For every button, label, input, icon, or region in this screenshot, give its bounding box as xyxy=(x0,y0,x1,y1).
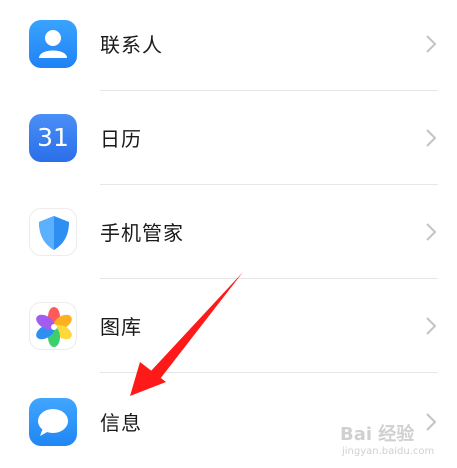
list-item-gallery[interactable]: 图库 xyxy=(0,282,457,376)
list-item-phone-manager[interactable]: 手机管家 xyxy=(0,188,457,282)
calendar-date-number: 31 xyxy=(37,123,69,152)
list-item-contacts[interactable]: 联系人 xyxy=(0,0,457,94)
baidu-watermark-url: jingyan.baidu.com xyxy=(342,446,435,457)
chevron-right-icon xyxy=(426,223,437,241)
chevron-right-icon xyxy=(426,413,437,431)
messages-bubble-icon xyxy=(29,398,77,446)
list-item-label: 日历 xyxy=(100,127,142,151)
baidu-watermark: Bai 经验 xyxy=(340,424,415,445)
chevron-right-icon xyxy=(426,129,437,147)
divider xyxy=(100,278,438,279)
list-item-label: 信息 xyxy=(100,411,142,435)
settings-app-list-screen: 联系人 31 日历 手机管家 图库 信息 Bai 经验 jingyan.baid… xyxy=(0,0,457,468)
divider xyxy=(100,184,438,185)
list-item-calendar[interactable]: 31 日历 xyxy=(0,94,457,188)
divider xyxy=(100,90,438,91)
list-item-label: 手机管家 xyxy=(100,221,184,245)
list-item-label: 图库 xyxy=(100,315,142,339)
contacts-icon xyxy=(29,20,77,68)
divider xyxy=(100,372,438,373)
list-item-label: 联系人 xyxy=(100,33,163,57)
calendar-icon: 31 xyxy=(29,114,77,162)
gallery-pinwheel-icon xyxy=(29,302,77,350)
chevron-right-icon xyxy=(426,317,437,335)
phone-manager-shield-icon xyxy=(29,208,77,256)
chevron-right-icon xyxy=(426,35,437,53)
